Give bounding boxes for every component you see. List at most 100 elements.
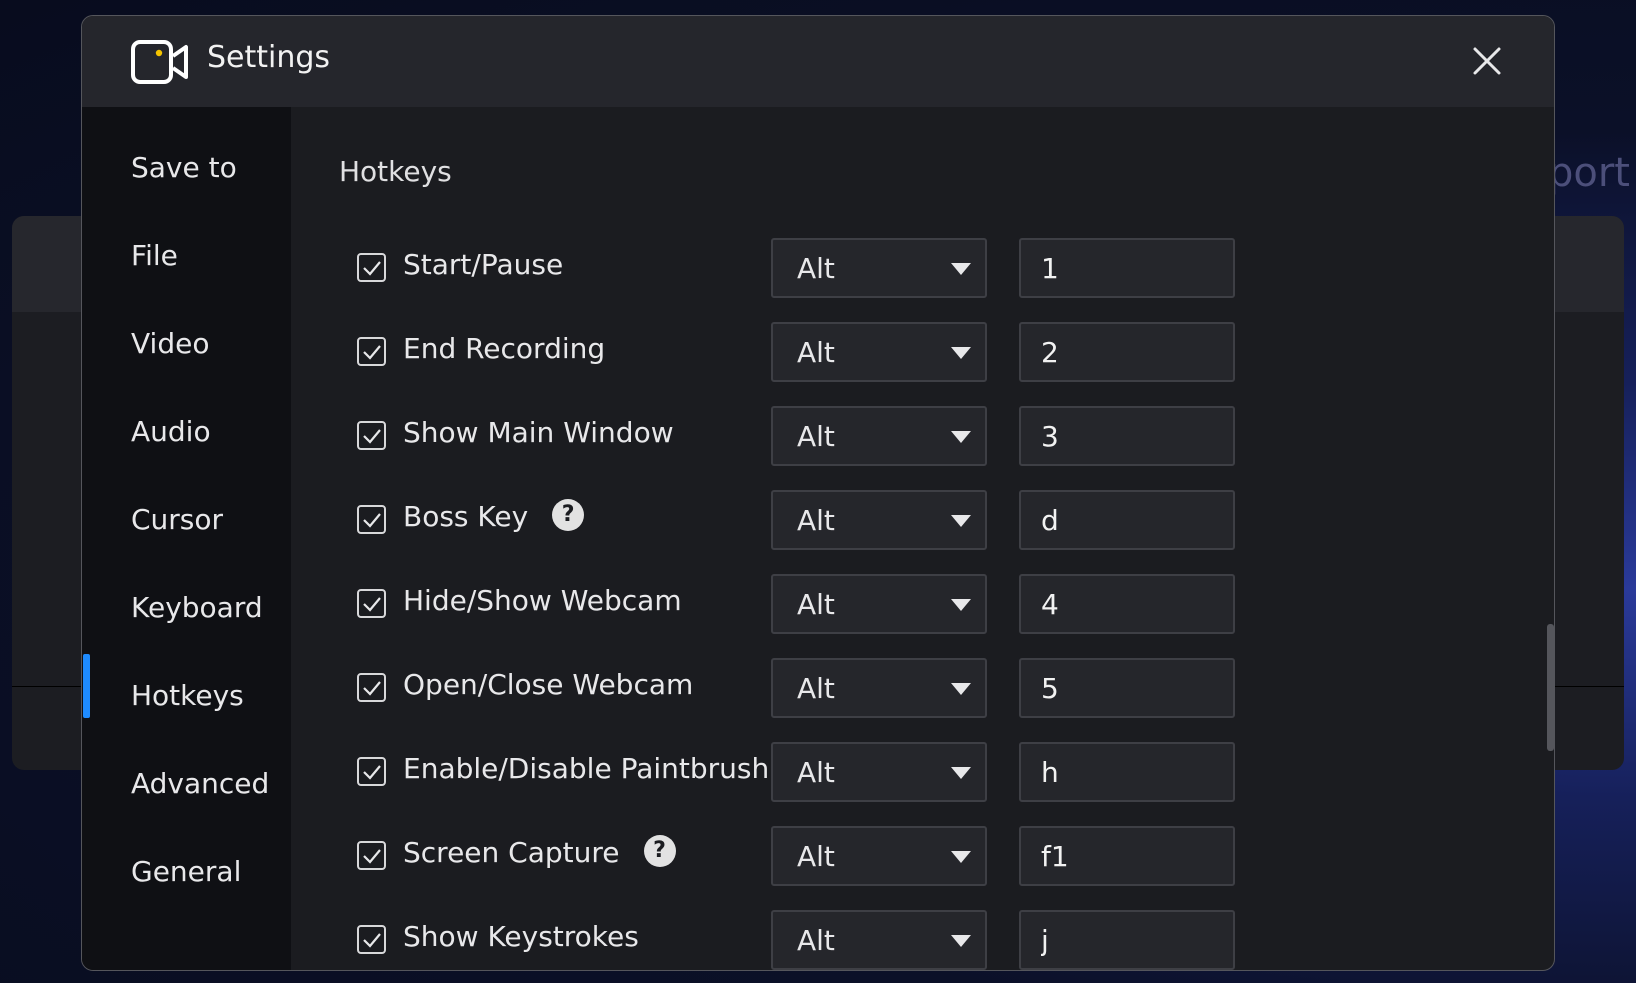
key-input[interactable] bbox=[1019, 658, 1235, 718]
settings-dialog: Settings Save to File Video Audio Cursor Keyb… bbox=[81, 15, 1555, 971]
hotkey-row: Boss Key? Alt bbox=[291, 490, 1291, 550]
hotkey-row: Start/Pause Alt bbox=[291, 238, 1291, 298]
hotkey-label: Start/Pause bbox=[403, 248, 563, 281]
enable-checkbox[interactable] bbox=[357, 757, 386, 786]
key-input[interactable] bbox=[1019, 238, 1235, 298]
dropdown-arrow-icon bbox=[951, 935, 971, 947]
hotkey-row: Enable/Disable Paintbrush Alt bbox=[291, 742, 1291, 802]
hotkey-label-text: Start/Pause bbox=[403, 248, 564, 281]
checkmark-icon bbox=[363, 681, 381, 696]
video-camera-icon bbox=[131, 40, 188, 84]
enable-checkbox[interactable] bbox=[357, 505, 386, 534]
sidebar-item-audio[interactable]: Audio bbox=[131, 415, 211, 448]
checkmark-icon bbox=[363, 429, 381, 444]
title-bar: Settings bbox=[82, 16, 1554, 107]
close-icon[interactable] bbox=[1470, 44, 1504, 78]
hotkey-label: Enable/Disable Paintbrush bbox=[403, 752, 769, 785]
hotkey-label-text: Screen Capture bbox=[403, 836, 620, 869]
modifier-value: Alt bbox=[797, 840, 835, 873]
key-input[interactable] bbox=[1019, 574, 1235, 634]
modifier-dropdown[interactable]: Alt bbox=[771, 658, 987, 718]
modifier-value: Alt bbox=[797, 252, 835, 285]
dialog-title: Settings bbox=[207, 40, 331, 75]
hotkey-row: Screen Capture? Alt bbox=[291, 826, 1291, 886]
hotkey-label-text: Open/Close Webcam bbox=[403, 668, 694, 701]
settings-sidebar: Save to File Video Audio Cursor Keyboard Hotke… bbox=[82, 107, 291, 970]
sidebar-item-file[interactable]: File bbox=[131, 239, 178, 272]
modifier-dropdown[interactable]: Alt bbox=[771, 490, 987, 550]
modifier-value: Alt bbox=[797, 588, 835, 621]
checkmark-icon bbox=[363, 849, 381, 864]
hotkey-label: End Recording bbox=[403, 332, 605, 365]
hotkey-label: Boss Key? bbox=[403, 499, 585, 534]
enable-checkbox[interactable] bbox=[357, 337, 386, 366]
dropdown-arrow-icon bbox=[951, 515, 971, 527]
sidebar-item-keyboard[interactable]: Keyboard bbox=[131, 591, 263, 624]
modifier-dropdown[interactable]: Alt bbox=[771, 238, 987, 298]
enable-checkbox[interactable] bbox=[357, 589, 386, 618]
active-indicator bbox=[83, 654, 90, 718]
checkmark-icon bbox=[363, 345, 381, 360]
sidebar-item-save-to[interactable]: Save to bbox=[131, 151, 237, 184]
sidebar-item-general[interactable]: General bbox=[131, 855, 241, 888]
hotkey-row: Open/Close Webcam Alt bbox=[291, 658, 1291, 718]
modifier-dropdown[interactable]: Alt bbox=[771, 574, 987, 634]
dropdown-arrow-icon bbox=[951, 851, 971, 863]
key-input[interactable] bbox=[1019, 826, 1235, 886]
modifier-dropdown[interactable]: Alt bbox=[771, 322, 987, 382]
key-input[interactable] bbox=[1019, 742, 1235, 802]
sidebar-item-advanced[interactable]: Advanced bbox=[131, 767, 269, 800]
sidebar-item-hotkeys[interactable]: Hotkeys bbox=[131, 679, 244, 712]
enable-checkbox[interactable] bbox=[357, 673, 386, 702]
enable-checkbox[interactable] bbox=[357, 925, 386, 954]
modifier-value: Alt bbox=[797, 336, 835, 369]
sidebar-item-cursor[interactable]: Cursor bbox=[131, 503, 223, 536]
key-input[interactable] bbox=[1019, 490, 1235, 550]
dropdown-arrow-icon bbox=[951, 431, 971, 443]
hotkey-label-text: Hide/Show Webcam bbox=[403, 584, 682, 617]
help-icon[interactable]: ? bbox=[643, 835, 676, 867]
key-input[interactable] bbox=[1019, 910, 1235, 970]
enable-checkbox[interactable] bbox=[357, 421, 386, 450]
hotkey-label: Show Keystrokes bbox=[403, 920, 639, 953]
hotkey-label: Open/Close Webcam bbox=[403, 668, 693, 701]
background-text: port bbox=[1548, 150, 1630, 196]
hotkey-label-text: End Recording bbox=[403, 332, 606, 365]
enable-checkbox[interactable] bbox=[357, 841, 386, 870]
help-icon[interactable]: ? bbox=[552, 499, 585, 531]
dropdown-arrow-icon bbox=[951, 599, 971, 611]
hotkey-row: Hide/Show Webcam Alt bbox=[291, 574, 1291, 634]
modifier-dropdown[interactable]: Alt bbox=[771, 910, 987, 970]
modifier-value: Alt bbox=[797, 420, 835, 453]
hotkey-label-text: Boss Key bbox=[403, 500, 529, 533]
hotkey-label-text: Enable/Disable Paintbrush bbox=[403, 752, 770, 785]
key-input[interactable] bbox=[1019, 322, 1235, 382]
checkmark-icon bbox=[363, 261, 381, 276]
hotkey-label: Screen Capture? bbox=[403, 835, 676, 870]
checkmark-icon bbox=[363, 513, 381, 528]
hotkeys-panel: Hotkeys Start/PauseAltEnd RecordingAltSh… bbox=[291, 107, 1554, 970]
sidebar-item-video[interactable]: Video bbox=[131, 327, 209, 360]
modifier-value: Alt bbox=[797, 756, 835, 789]
checkmark-icon bbox=[363, 597, 381, 612]
scrollbar[interactable] bbox=[1547, 624, 1554, 751]
modifier-value: Alt bbox=[797, 672, 835, 705]
hotkey-label: Show Main Window bbox=[403, 416, 674, 449]
dropdown-arrow-icon bbox=[951, 683, 971, 695]
modifier-value: Alt bbox=[797, 504, 835, 537]
dropdown-arrow-icon bbox=[951, 347, 971, 359]
modifier-value: Alt bbox=[797, 924, 835, 957]
checkmark-icon bbox=[363, 933, 381, 948]
dropdown-arrow-icon bbox=[951, 263, 971, 275]
hotkey-row: Show Keystrokes Alt bbox=[291, 910, 1291, 970]
hotkey-label-text: Show Main Window bbox=[403, 416, 674, 449]
enable-checkbox[interactable] bbox=[357, 253, 386, 282]
key-input[interactable] bbox=[1019, 406, 1235, 466]
hotkey-label-text: Show Keystrokes bbox=[403, 920, 639, 953]
hotkey-label: Hide/Show Webcam bbox=[403, 584, 682, 617]
modifier-dropdown[interactable]: Alt bbox=[771, 742, 987, 802]
modifier-dropdown[interactable]: Alt bbox=[771, 406, 987, 466]
section-heading: Hotkeys bbox=[339, 155, 452, 188]
hotkey-row: End Recording Alt bbox=[291, 322, 1291, 382]
modifier-dropdown[interactable]: Alt bbox=[771, 826, 987, 886]
